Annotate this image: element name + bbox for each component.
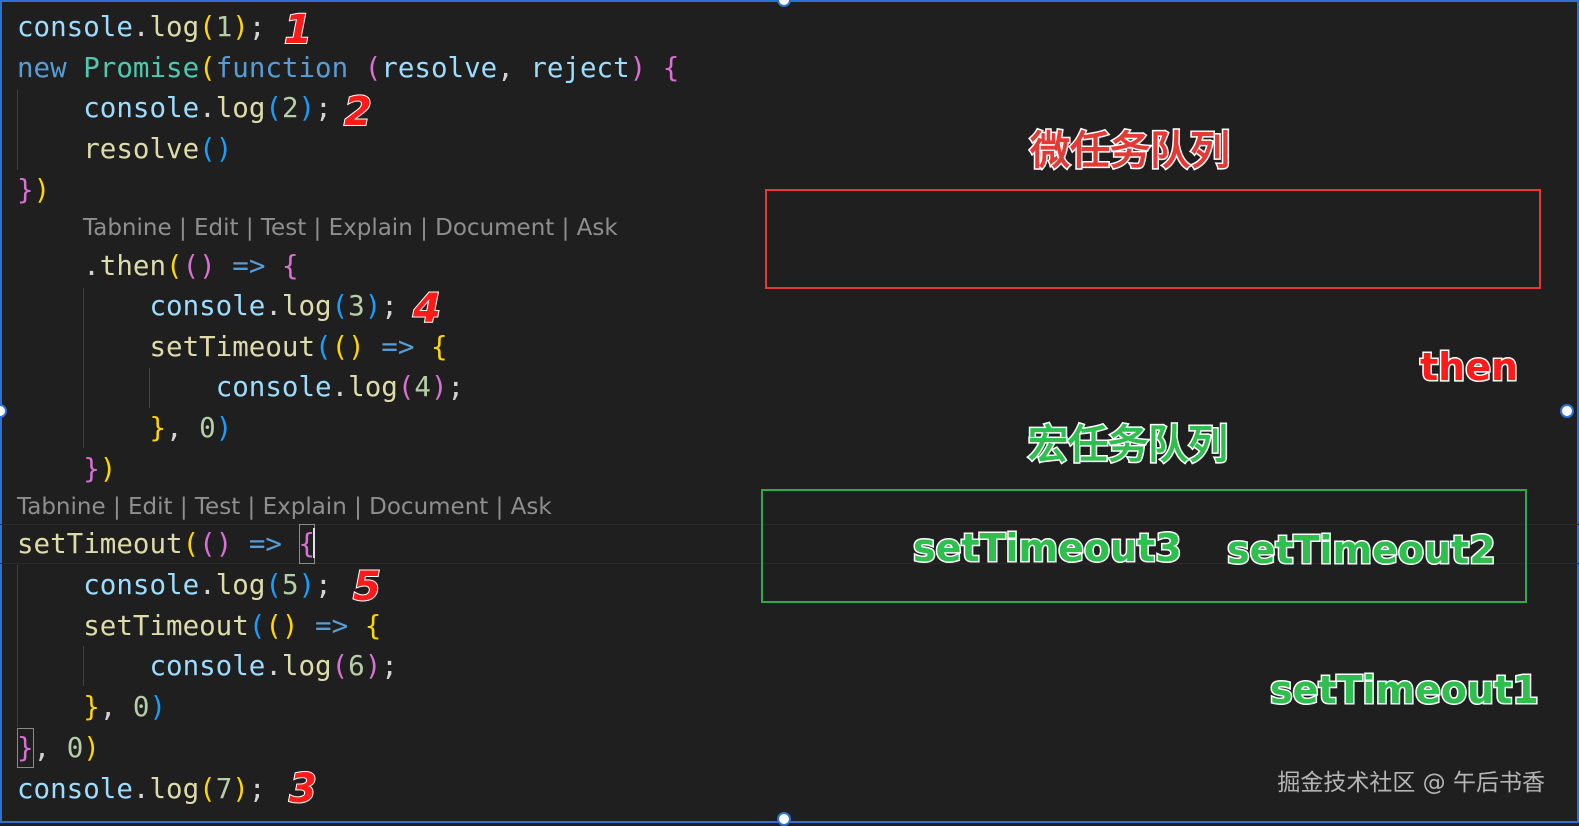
code-line-4[interactable]: resolve() [17, 129, 232, 169]
order-number-1: 1 [283, 7, 313, 53]
micro-queue-title: 微任务队列 [1029, 128, 1232, 174]
code-line-13[interactable]: console.log(5); [17, 565, 331, 605]
code-line-2[interactable]: new Promise(function (resolve, reject) { [17, 48, 679, 88]
code-line-17[interactable]: }, 0) [17, 728, 100, 768]
codelens-actions[interactable]: Tabnine | Edit | Test | Explain | Docume… [17, 491, 552, 523]
code-line-3[interactable]: console.log(2); [17, 88, 331, 128]
order-number-3: 3 [288, 766, 318, 812]
macro-queue-box: setTimeout3 setTimeout2 [761, 489, 1527, 603]
watermark: 掘金技术社区 @ 午后书香 [1277, 770, 1545, 796]
macro-queue-item: setTimeout2 [1226, 528, 1498, 572]
macro-queue-title: 宏任务队列 [1027, 422, 1230, 468]
resize-handle-right[interactable] [1560, 404, 1574, 418]
code-line-16[interactable]: }, 0) [17, 687, 166, 727]
macro-queue-item: setTimeout3 [912, 526, 1184, 570]
code-line-7[interactable]: console.log(3); [17, 286, 397, 326]
code-line-6[interactable]: .then(() => { [17, 246, 298, 286]
code-line-11[interactable]: }) [17, 449, 116, 489]
code-line-1[interactable]: console.log(1); [17, 7, 265, 47]
micro-queue-box [765, 189, 1541, 289]
code-line-5[interactable]: }) [17, 170, 50, 210]
code-line-15[interactable]: console.log(6); [17, 646, 397, 686]
code-line-8[interactable]: setTimeout(() => { [17, 327, 447, 367]
macro-outside-settimeout1: setTimeout1 [1269, 668, 1541, 712]
code-line-12[interactable]: setTimeout(() => { [17, 524, 316, 564]
code-line-9[interactable]: console.log(4); [17, 367, 464, 407]
order-number-2: 2 [343, 89, 373, 135]
code-line-10[interactable]: }, 0) [17, 408, 232, 448]
micro-outside-then: then [1418, 345, 1519, 389]
order-number-4: 4 [412, 286, 442, 332]
resize-handle-bottom[interactable] [777, 812, 791, 826]
order-number-5: 5 [352, 564, 382, 610]
code-line-14[interactable]: setTimeout(() => { [17, 606, 381, 646]
code-line-18[interactable]: console.log(7); [17, 769, 265, 809]
code-editor[interactable]: console.log(1); new Promise(function (re… [0, 0, 760, 823]
codelens-actions[interactable]: Tabnine | Edit | Test | Explain | Docume… [83, 212, 618, 244]
text-cursor [313, 528, 316, 558]
